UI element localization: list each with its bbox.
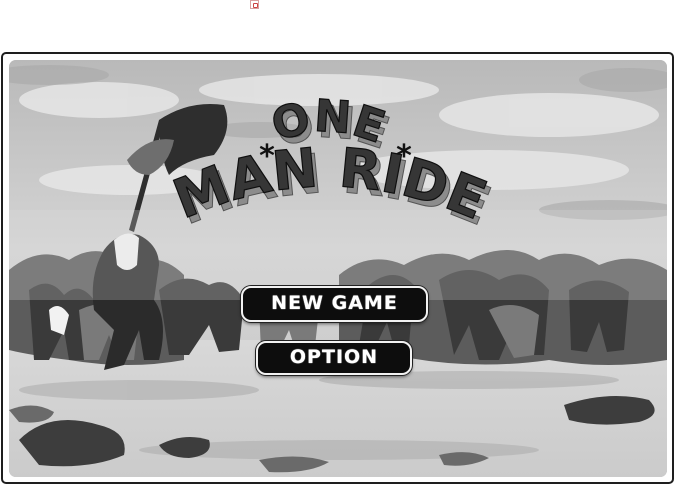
option-button[interactable]: OPTION — [256, 341, 412, 375]
svg-text:MAN RIDE: MAN RIDE — [165, 136, 495, 232]
game-title: ONE MAN RIDE ONE MAN RIDE * * — [9, 60, 667, 477]
title-star-left: * — [259, 139, 275, 174]
title-line2: MAN RIDE — [164, 135, 495, 232]
title-star-right: * — [396, 139, 412, 174]
broken-image-icon — [250, 0, 259, 9]
game-scene: ONE MAN RIDE ONE MAN RIDE * * NEW GAME O — [9, 60, 667, 477]
game-frame: ONE MAN RIDE ONE MAN RIDE * * NEW GAME O — [1, 52, 674, 484]
title-logo: ONE MAN RIDE ONE MAN RIDE * * — [164, 90, 499, 238]
new-game-button[interactable]: NEW GAME — [241, 286, 428, 322]
